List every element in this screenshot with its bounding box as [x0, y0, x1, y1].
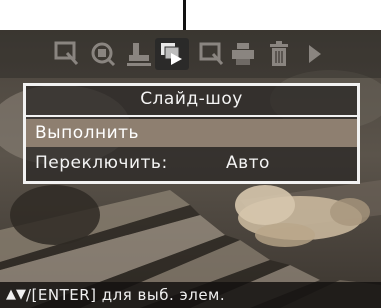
menu-divider	[26, 115, 357, 117]
rotate-icon[interactable]	[86, 38, 120, 70]
menu-item-switch[interactable]: Переключить: Авто	[26, 150, 357, 178]
arrow-right-icon[interactable]	[298, 38, 332, 70]
crop-icon[interactable]	[194, 38, 228, 70]
menu-item-execute[interactable]: Выполнить	[26, 119, 357, 147]
menu-item-execute-label: Выполнить	[35, 123, 140, 143]
menu-item-switch-label: Переключить:	[35, 153, 168, 173]
camera-screen: Слайд-шоу Выполнить Переключить: Авто ▲▼…	[0, 30, 381, 308]
stamp-icon[interactable]	[122, 38, 156, 70]
status-hint: /[ENTER] для выб. элем.	[26, 286, 226, 304]
icon-toolbar	[0, 30, 381, 78]
trash-icon[interactable]	[262, 38, 296, 70]
callout-leader-line	[183, 0, 186, 31]
print-icon[interactable]	[226, 38, 260, 70]
menu-item-switch-value[interactable]: Авто	[226, 153, 270, 173]
status-bar: ▲▼ /[ENTER] для выб. элем.	[0, 282, 381, 308]
up-down-arrows-icon: ▲▼	[6, 287, 26, 302]
slideshow-icon[interactable]	[155, 38, 189, 70]
select-zoom-icon[interactable]	[50, 38, 84, 70]
slideshow-menu: Слайд-шоу Выполнить Переключить: Авто	[23, 83, 360, 184]
menu-title: Слайд-шоу	[140, 89, 243, 109]
